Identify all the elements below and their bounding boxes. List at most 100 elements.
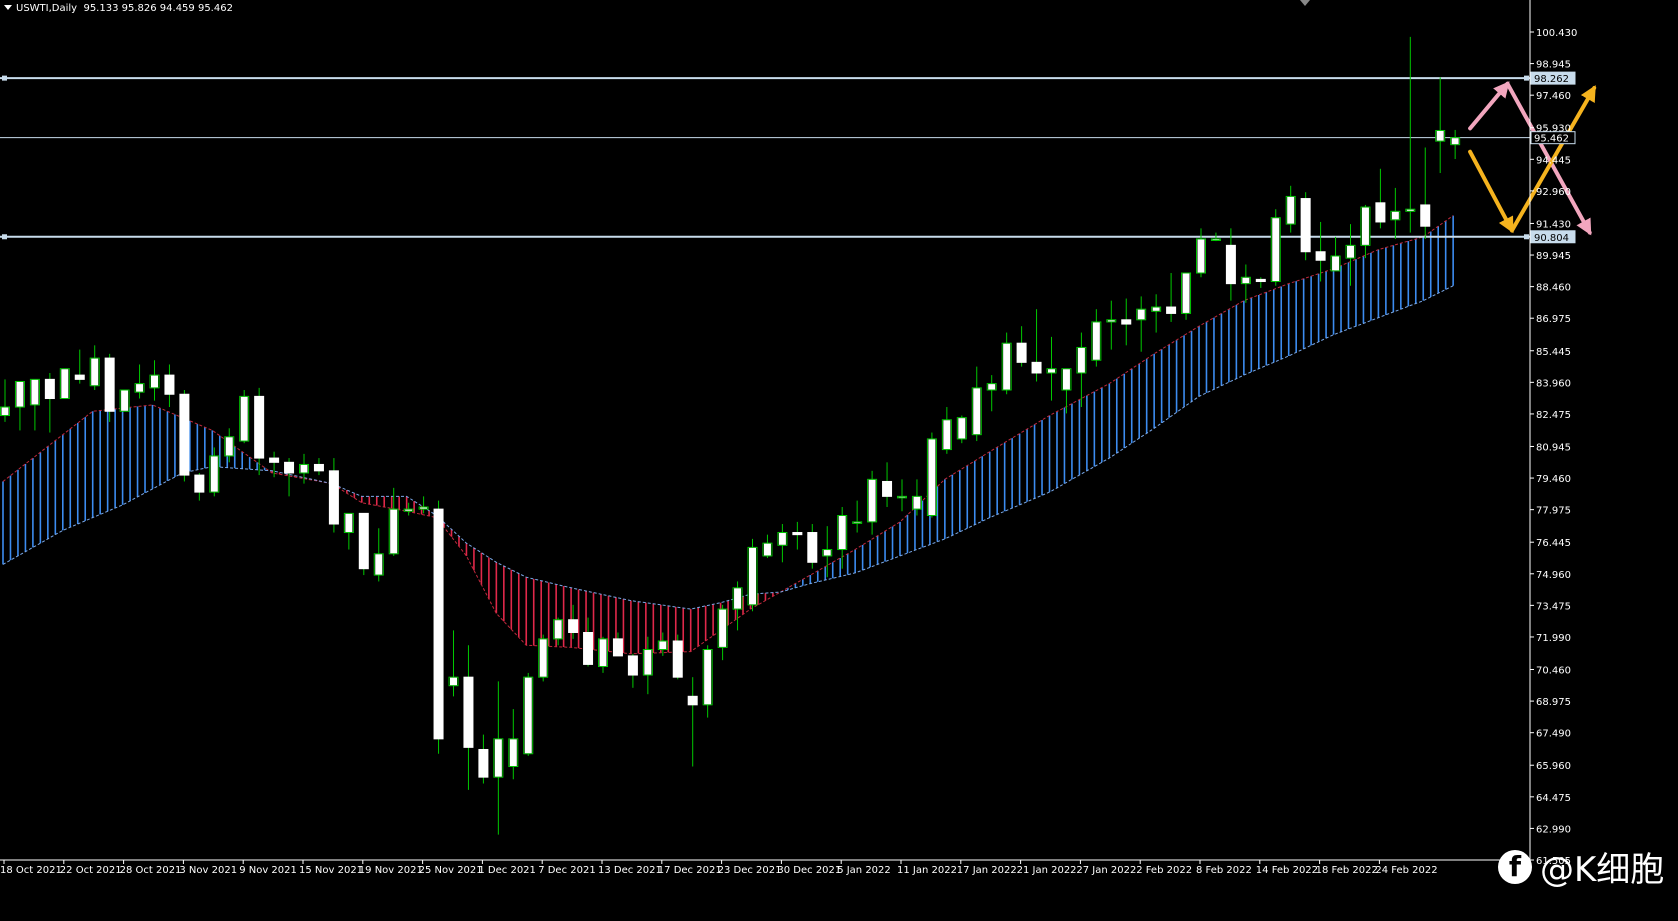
y-tick-label: 91.430 [1536, 219, 1571, 230]
candle[interactable] [1300, 192, 1311, 261]
candle-body-fill [1137, 309, 1145, 320]
y-tick-label: 67.490 [1536, 729, 1571, 740]
candle-body [882, 480, 893, 497]
candle-body [164, 374, 175, 395]
chart-area[interactable]: 100.430 98.945 97.460 95.930 94.445 92.960 91.… [0, 0, 1678, 917]
candle[interactable] [358, 512, 369, 576]
ohlc-values: 95.133 95.826 94.459 95.462 [83, 3, 233, 14]
candle-body [627, 655, 638, 676]
candle-body-fill [1, 407, 9, 416]
candle-body-fill [554, 620, 562, 639]
candle[interactable] [179, 390, 190, 482]
y-tick-label: 89.945 [1536, 251, 1571, 262]
candle-body-fill [659, 641, 667, 650]
candle-body-fill [599, 639, 607, 667]
candle-body-fill [1242, 277, 1250, 284]
candle-body-fill [719, 609, 727, 647]
candle-body-fill [494, 739, 502, 777]
dropdown-triangle-icon[interactable] [4, 5, 12, 10]
candle[interactable] [59, 368, 70, 400]
y-tick-label: 70.460 [1536, 666, 1571, 677]
candle-body-fill [151, 375, 158, 388]
candle-body [1255, 278, 1266, 283]
candle-body [179, 393, 190, 476]
candle-body-fill [763, 543, 771, 556]
candle-body-fill [973, 388, 981, 435]
candle[interactable] [1270, 209, 1281, 286]
candle-body-fill [1406, 209, 1414, 211]
candle-body-fill [420, 507, 428, 509]
candle-body [358, 512, 369, 570]
candle-body-fill [240, 396, 248, 441]
candle[interactable] [672, 634, 683, 680]
y-tick-label: 64.475 [1536, 793, 1571, 804]
candle-body-fill [958, 418, 966, 439]
candle-body [672, 640, 683, 678]
candle[interactable] [104, 353, 115, 422]
y-tick-label: 76.445 [1536, 538, 1571, 549]
y-tick-label: 94.445 [1536, 155, 1571, 166]
candle[interactable] [956, 415, 967, 444]
candle[interactable] [119, 389, 130, 412]
candle-body-fill [61, 369, 69, 399]
candle[interactable] [523, 672, 534, 756]
y-tick-label: 77.975 [1536, 506, 1571, 517]
candle-body [463, 676, 474, 748]
candle-body [328, 470, 339, 525]
level-price-tag: 98.262 [1530, 71, 1576, 85]
level-handle[interactable] [1524, 234, 1529, 240]
x-tick-label: 27 Jan 2022 [1076, 865, 1136, 876]
x-tick-label: 9 Nov 2021 [239, 865, 297, 876]
candle-body [1375, 202, 1386, 223]
level-handle[interactable] [2, 75, 7, 81]
level-handle[interactable] [2, 234, 7, 240]
candle-body [568, 619, 579, 633]
y-tick-label: 88.460 [1536, 283, 1571, 294]
candle-body-fill [644, 650, 652, 675]
candlestick-chart[interactable]: 100.43098.94597.46095.93094.44592.96091.… [0, 0, 1678, 917]
y-tick-label: 73.475 [1536, 601, 1571, 612]
level-price-label: 90.804 [1534, 233, 1569, 244]
candle-body [1121, 319, 1132, 325]
candle-body-fill [1287, 196, 1295, 224]
candle-body [269, 457, 280, 463]
y-tick-label: 98.945 [1536, 60, 1571, 71]
candle-body [284, 461, 295, 474]
candle-body-fill [1077, 347, 1085, 373]
candle[interactable] [926, 432, 937, 518]
candle-body-fill [1197, 239, 1205, 273]
candle-body-fill [225, 437, 233, 456]
candle-body-fill [1347, 245, 1354, 258]
candle[interactable] [747, 538, 758, 612]
candle-body [478, 748, 489, 778]
candle[interactable] [433, 500, 444, 754]
candle-body [194, 474, 205, 493]
y-tick-label: 71.990 [1536, 633, 1571, 644]
candle-body-fill [1048, 369, 1055, 373]
candle-body-fill [539, 639, 547, 677]
level-handle[interactable] [1524, 75, 1529, 81]
x-tick-label: 1 Dec 2021 [478, 865, 536, 876]
candle-body-fill [1003, 343, 1011, 390]
candle[interactable] [1181, 272, 1192, 320]
y-tick-label: 65.960 [1536, 761, 1571, 772]
candle-body-fill [1092, 322, 1100, 360]
chart-header: USWTI,Daily 95.133 95.826 94.459 95.462 [4, 3, 233, 14]
candle-body-fill [300, 464, 308, 473]
candle-body [1300, 198, 1311, 253]
candle-body-fill [749, 547, 756, 605]
y-tick-label: 86.975 [1536, 314, 1571, 325]
candle-body-fill [450, 677, 457, 686]
candle-body [313, 463, 324, 472]
candle-body-fill [928, 439, 936, 516]
candle-body-fill [509, 739, 517, 767]
candle-body [1420, 204, 1431, 227]
candle-body-fill [1451, 138, 1459, 145]
candle[interactable] [239, 390, 250, 444]
candle[interactable] [538, 634, 549, 682]
x-tick-label: 8 Feb 2022 [1196, 865, 1252, 876]
candle-body-fill [868, 479, 876, 522]
candle-body [1166, 306, 1177, 314]
candle-body-fill [405, 509, 413, 511]
y-tick-label: 92.960 [1536, 187, 1571, 198]
